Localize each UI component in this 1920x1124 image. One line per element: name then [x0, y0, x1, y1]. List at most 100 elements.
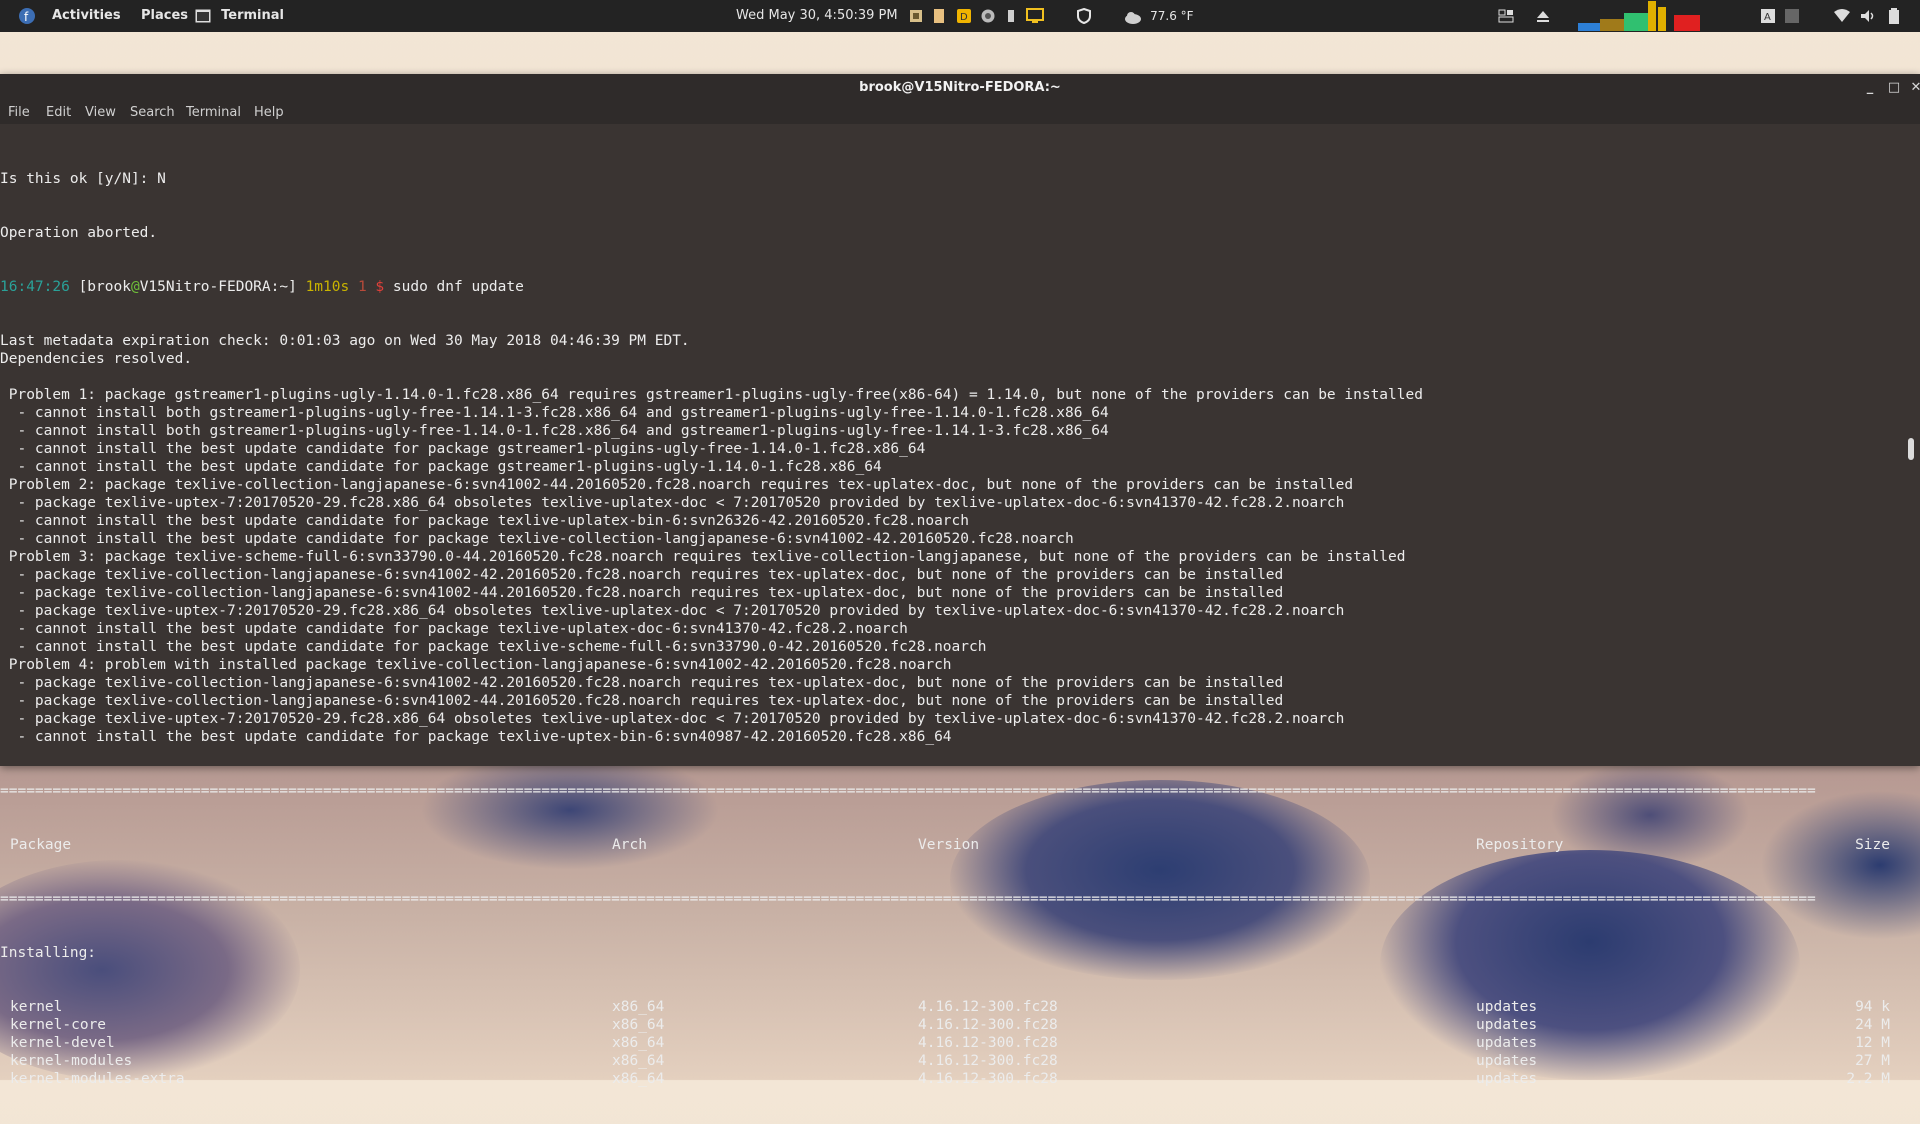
prompt-dollar: $ — [375, 279, 393, 295]
output-line: - cannot install the best update candida… — [0, 531, 1074, 547]
output-line: - package texlive-uptex-7:20170520-29.fc… — [0, 603, 1345, 619]
menu-view[interactable]: View — [85, 105, 116, 120]
separator-line: ========================================… — [0, 891, 1816, 907]
workspace-icon[interactable] — [1498, 0, 1514, 32]
places-menu[interactable]: Places — [141, 0, 188, 32]
row-package: kernel — [10, 999, 63, 1015]
top-panel: f Activities Places Terminal Wed May 30,… — [0, 0, 1920, 32]
menu-terminal[interactable]: Terminal — [186, 105, 241, 120]
menu-search[interactable]: Search — [130, 105, 175, 120]
terminal-output[interactable]: Is this ok [y/N]: N Operation aborted. 1… — [0, 134, 1900, 1087]
row-version: 4.16.12-300.fc28 — [918, 1053, 1058, 1069]
menu-edit[interactable]: Edit — [46, 105, 71, 120]
weather-temp: 77.6 °F — [1150, 9, 1194, 23]
prompt-at: @ — [130, 279, 140, 295]
row-arch: x86_64 — [612, 1053, 665, 1069]
prompt-host: V15Nitro-FEDORA — [139, 279, 271, 295]
menu-file[interactable]: File — [8, 105, 30, 120]
output-line: Problem 4: problem with installed packag… — [0, 657, 952, 673]
window-title: brook@V15Nitro-FEDORA:~ — [859, 80, 1061, 95]
output-line: - cannot install the best update candida… — [0, 513, 970, 529]
prompt-exit-code: 1 — [349, 279, 376, 295]
output-line: Operation aborted. — [0, 225, 158, 241]
row-package: kernel-core — [10, 1017, 107, 1033]
display-icon[interactable] — [1026, 0, 1044, 32]
clock[interactable]: Wed May 30, 4:50:39 PM — [736, 0, 898, 32]
wifi-icon[interactable] — [1834, 0, 1850, 32]
output-line: - cannot install the best update candida… — [0, 729, 952, 745]
activities-button[interactable]: Activities — [52, 0, 121, 32]
table-row: kernel-modules-extra x86_64 4.16.12-300.fc… — [0, 1070, 1900, 1088]
header-size: Size — [1855, 837, 1890, 853]
row-version: 4.16.12-300.fc28 — [918, 999, 1058, 1015]
menu-bar: File Edit View Search Terminal Help — [0, 102, 1920, 124]
row-repository: updates — [1476, 1053, 1538, 1069]
minimize-icon[interactable]: _ — [1860, 74, 1880, 102]
row-size: 2.2 M — [1846, 1071, 1890, 1087]
row-size: 27 M — [1855, 1053, 1890, 1069]
output-line: - package texlive-collection-langjapanes… — [0, 567, 1284, 583]
eject-icon[interactable] — [1536, 0, 1550, 32]
row-package: kernel-modules — [10, 1053, 133, 1069]
terminal-app-icon — [195, 8, 211, 23]
row-repository: updates — [1476, 1071, 1538, 1087]
prompt-time: 16:47:26 — [0, 279, 70, 295]
row-repository: updates — [1476, 1035, 1538, 1051]
prompt-command: sudo dnf update — [392, 279, 524, 295]
header-repository: Repository — [1476, 837, 1564, 853]
sensor-icon[interactable]: D — [956, 0, 972, 32]
row-repository: updates — [1476, 1017, 1538, 1033]
volume-icon[interactable] — [1860, 0, 1876, 32]
terminal-app-menu[interactable]: Terminal — [195, 0, 284, 32]
installing-label: Installing: — [0, 945, 97, 961]
input-method-icon[interactable] — [1784, 0, 1800, 32]
output-line: - cannot install the best update candida… — [0, 441, 926, 457]
window-titlebar[interactable]: brook@V15Nitro-FEDORA:~ _ □ ✕ — [0, 74, 1920, 102]
row-size: 24 M — [1855, 1017, 1890, 1033]
close-icon[interactable]: ✕ — [1906, 74, 1920, 102]
battery-icon[interactable] — [1888, 0, 1900, 32]
row-version: 4.16.12-300.fc28 — [918, 1017, 1058, 1033]
row-package: kernel-devel — [10, 1035, 115, 1051]
network-globe-icon[interactable] — [980, 0, 996, 32]
output-line: Dependencies resolved. — [0, 351, 193, 367]
row-size: 94 k — [1855, 999, 1890, 1015]
output-line: - package texlive-collection-langjapanes… — [0, 693, 1284, 709]
output-line: - cannot install the best update candida… — [0, 639, 987, 655]
memory-icon[interactable] — [932, 0, 946, 32]
usb-icon[interactable] — [1006, 0, 1016, 32]
shell-prompt: 16:47:26 [brook@V15Nitro-FEDORA:~] 1m10s… — [0, 278, 1900, 296]
table-row: kernel-devel x86_64 4.16.12-300.fc28 update… — [0, 1034, 1900, 1052]
weather-cloud-icon — [1124, 9, 1142, 24]
output-line: Last metadata expiration check: 0:01:03 … — [0, 333, 690, 349]
fedora-logo-icon[interactable]: f — [18, 0, 36, 32]
keyboard-icon[interactable]: A — [1760, 0, 1776, 32]
output-line: Is this ok [y/N]: N — [0, 171, 166, 187]
terminal-window[interactable]: brook@V15Nitro-FEDORA:~ _ □ ✕ File Edit … — [0, 74, 1920, 1087]
output-line: - cannot install both gstreamer1-plugins… — [0, 423, 1109, 439]
header-arch: Arch — [612, 837, 647, 853]
system-monitor-graph[interactable] — [1578, 0, 1700, 32]
output-line: - cannot install the best update candida… — [0, 621, 908, 637]
row-version: 4.16.12-300.fc28 — [918, 1035, 1058, 1051]
svg-text:D: D — [960, 12, 968, 23]
weather-widget[interactable]: 77.6 °F — [1124, 0, 1194, 32]
header-version: Version — [918, 837, 980, 853]
row-size: 12 M — [1855, 1035, 1890, 1051]
output-line: Problem 3: package texlive-scheme-full-6… — [0, 549, 1406, 565]
shield-icon[interactable] — [1076, 0, 1092, 32]
maximize-icon[interactable]: □ — [1884, 74, 1904, 102]
separator-line: ========================================… — [0, 783, 1816, 799]
output-line: - cannot install both gstreamer1-plugins… — [0, 405, 1109, 421]
row-arch: x86_64 — [612, 999, 665, 1015]
svg-text:A: A — [1764, 12, 1771, 23]
row-version: 4.16.12-300.fc28 — [918, 1071, 1058, 1087]
table-row: kernel-modules x86_64 4.16.12-300.fc28 upda… — [0, 1052, 1900, 1070]
menu-help[interactable]: Help — [254, 105, 284, 120]
prompt-duration: 1m10s — [305, 279, 350, 295]
row-arch: x86_64 — [612, 1071, 665, 1087]
scrollbar-thumb[interactable] — [1908, 438, 1914, 460]
cpu-icon[interactable] — [908, 0, 924, 32]
output-line: - package texlive-collection-langjapanes… — [0, 675, 1284, 691]
